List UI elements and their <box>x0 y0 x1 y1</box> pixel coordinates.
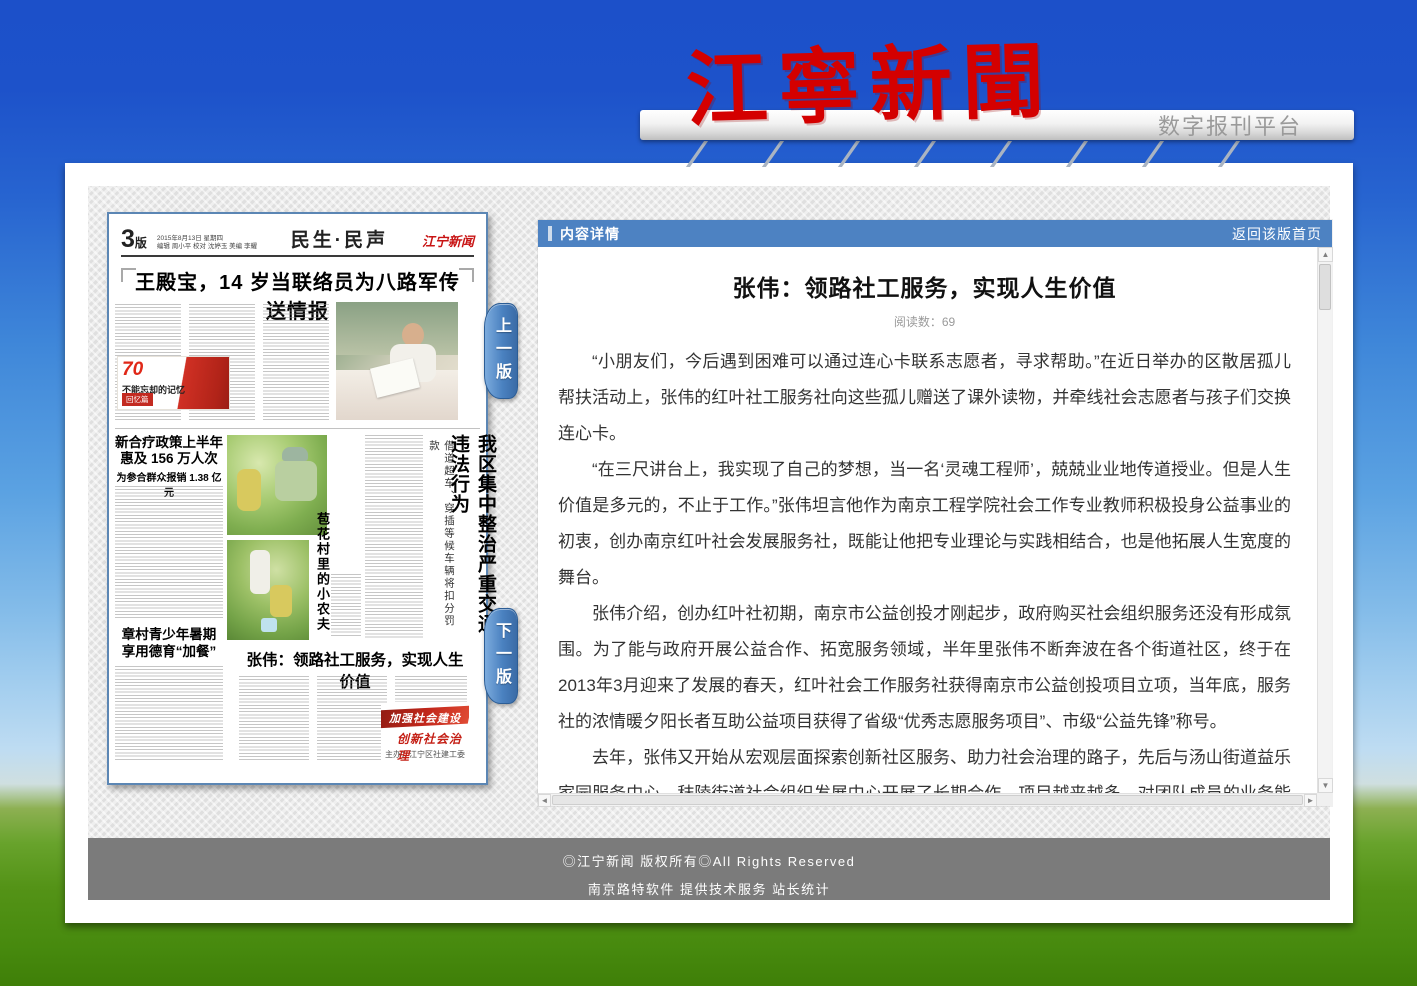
memory-70-graphic: 70 不能忘却的记忆 回忆篇 <box>117 356 230 410</box>
tech-service-line: 南京路特软件 提供技术服务 站长统计 <box>88 879 1330 898</box>
article-paragraph: “在三尺讲台上，我实现了自己的梦想，当一名‘灵魂工程师’，兢兢业业地传道授业。但… <box>558 452 1291 596</box>
main-container: 3版 2015年8月13日 星期四 编辑 周小平 校对 沈婷玉 美编 李耀 民生… <box>65 163 1353 923</box>
decor-slash <box>1142 141 1164 167</box>
content-area: 3版 2015年8月13日 星期四 编辑 周小平 校对 沈婷玉 美编 李耀 民生… <box>88 186 1330 900</box>
horizontal-scrollbar[interactable]: ◄ ► <box>538 793 1317 806</box>
back-to-page-link[interactable]: 返回该版首页 <box>1232 224 1322 244</box>
read-count-value: 69 <box>942 315 955 329</box>
newsprint-text-column <box>365 435 423 640</box>
headline-policy: 新合疗政策上半年 惠及 156 万人次 <box>115 435 223 467</box>
photo-garden-woman-child <box>227 435 327 535</box>
section-divider <box>115 428 480 429</box>
photo-detail <box>275 461 317 501</box>
headline-main: 王殿宝，14 岁当联络员为八路军传送情报 <box>125 266 470 298</box>
section-title: 民生·民声 <box>257 225 422 254</box>
newspaper-page-thumbnail[interactable]: 3版 2015年8月13日 星期四 编辑 周小平 校对 沈婷玉 美编 李耀 民生… <box>107 212 488 785</box>
article-content: 张伟：领路社工服务，实现人生价值 阅读数：69 “小朋友们，今后遇到困难可以通过… <box>538 247 1317 793</box>
digital-newspaper-page: 江寧新聞 数字报刊平台 3版 2015年8月13日 星期四 <box>0 0 1417 986</box>
newspaper-masthead: 3版 2015年8月13日 星期四 编辑 周小平 校对 沈婷玉 美编 李耀 民生… <box>121 224 474 254</box>
social-governance-banner: 加强社会建设 创新社会治理 主办：江宁区社建工委 <box>381 704 469 762</box>
page-number-label: 3版 <box>121 225 147 254</box>
photo-detail <box>282 447 308 461</box>
photo-detail <box>261 618 277 632</box>
site-footer: ◎江宁新闻 版权所有◎All Rights Reserved 南京路特软件 提供… <box>88 838 1330 900</box>
decor-slash <box>990 141 1012 167</box>
newsprint-text-column <box>317 676 387 762</box>
header-accent-bar-icon <box>548 226 552 241</box>
article-paragraph: 去年，张伟又开始从宏观层面探索创新社区服务、助力社会治理的路子，先后与汤山街道益… <box>558 740 1291 793</box>
newsprint-text-column <box>395 676 467 702</box>
headline-youth: 章村青少年暑期 享用德育“加餐” <box>115 626 223 660</box>
newspaper-content: 3版 2015年8月13日 星期四 编辑 周小平 校对 沈婷玉 美编 李耀 民生… <box>115 222 480 775</box>
photo-garden-man-child <box>227 540 309 640</box>
article-title: 张伟：领路社工服务，实现人生价值 <box>558 269 1291 303</box>
vertical-scrollbar[interactable]: ▲ ▼ <box>1317 247 1332 793</box>
copyright-line: ◎江宁新闻 版权所有◎All Rights Reserved <box>88 851 1330 870</box>
next-page-button[interactable]: 下一版 <box>484 608 518 704</box>
photo-elderly-man <box>336 302 458 420</box>
masthead-logo: 江宁新闻 <box>422 231 474 254</box>
scrollbar-corner <box>1317 793 1332 806</box>
panel-title: 内容详情 <box>560 224 620 244</box>
scroll-right-icon[interactable]: ► <box>1304 794 1317 807</box>
scroll-down-icon[interactable]: ▼ <box>1318 778 1333 793</box>
decor-slash <box>686 141 708 167</box>
panel-body: 张伟：领路社工服务，实现人生价值 阅读数：69 “小朋友们，今后遇到困难可以通过… <box>538 247 1332 806</box>
newsprint-text-column <box>263 304 329 422</box>
vertical-scroll-thumb[interactable] <box>1319 264 1331 310</box>
article-paragraph: “小朋友们，今后遇到困难可以通过连心卡联系志愿者，寻求帮助。”在近日举办的区散居… <box>558 344 1291 452</box>
site-logo-calligraphy: 江寧新聞 <box>685 31 1056 141</box>
photo-detail <box>270 585 292 617</box>
newsprint-text-column <box>239 676 309 762</box>
article-paragraph: 张伟介绍，创办红叶社初期，南京市公益创投才刚起步，政府购买社会组织服务还没有形成… <box>558 596 1291 740</box>
decor-diagonal-slashes <box>695 141 1231 167</box>
decor-slash <box>1066 141 1088 167</box>
newsprint-caption-block <box>331 574 361 636</box>
decor-slash <box>762 141 784 167</box>
photo-detail <box>237 469 261 511</box>
scroll-left-icon[interactable]: ◄ <box>538 794 551 807</box>
article-detail-panel: 内容详情 返回该版首页 张伟：领路社工服务，实现人生价值 阅读数：69 “小朋友… <box>538 220 1332 806</box>
decor-slash <box>914 141 936 167</box>
scroll-up-icon[interactable]: ▲ <box>1318 247 1333 262</box>
read-count: 阅读数：69 <box>558 313 1291 330</box>
decor-slash <box>838 141 860 167</box>
newsprint-text-column <box>115 486 223 620</box>
photo-detail <box>250 550 270 594</box>
platform-title-label: 数字报刊平台 <box>1158 109 1302 141</box>
horizontal-scroll-thumb[interactable] <box>552 795 1303 805</box>
caption-vertical: 苞花村里的小农夫 <box>313 512 332 636</box>
prev-page-button[interactable]: 上一版 <box>484 303 518 399</box>
masthead-dateline: 2015年8月13日 星期四 编辑 周小平 校对 沈婷玉 美编 李耀 <box>157 235 257 254</box>
masthead-rule <box>121 255 474 257</box>
newsprint-text-column <box>115 666 223 762</box>
panel-header: 内容详情 返回该版首页 <box>538 220 1332 247</box>
